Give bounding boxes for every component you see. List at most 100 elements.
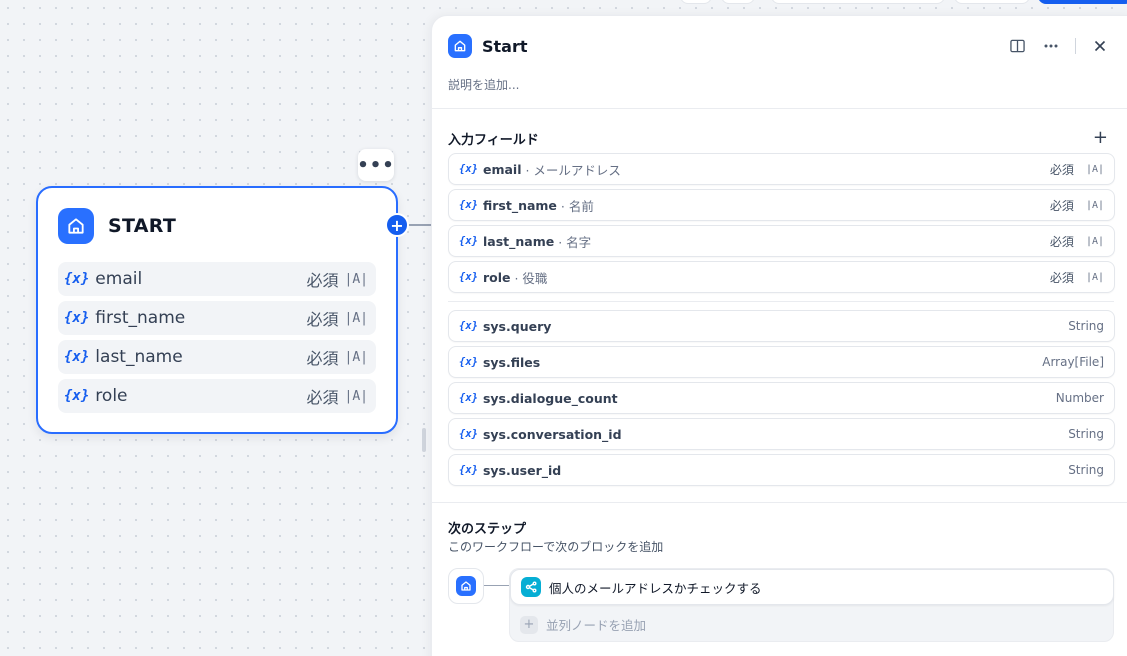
system-field-row[interactable]: {x} sys.dialogue_count Number	[448, 382, 1115, 414]
field-name: sys.query	[482, 318, 552, 334]
system-field-row[interactable]: {x} sys.query String	[448, 310, 1115, 342]
toolbar-publish-button[interactable]	[1038, 0, 1127, 4]
field-name: sys.files	[482, 354, 541, 370]
system-field-row[interactable]: {x} sys.files Array[File]	[448, 346, 1115, 378]
text-type-icon: |A|	[344, 388, 368, 404]
system-field-row[interactable]: {x} sys.user_id String	[448, 454, 1115, 486]
input-field-row[interactable]: {x} role · 役職 必須 |A|	[448, 261, 1115, 293]
node-field-name: first_name	[95, 308, 186, 328]
input-field-row[interactable]: {x} email · メールアドレス 必須 |A|	[448, 153, 1115, 185]
text-type-icon: |A|	[1085, 271, 1104, 283]
required-label: 必須	[1049, 198, 1074, 213]
toolbar-button-4[interactable]	[954, 0, 1030, 4]
node-field-name: email	[95, 269, 143, 289]
field-name: first_name	[482, 197, 557, 213]
add-parallel-label: 並列ノードを追加	[546, 618, 647, 633]
input-field-row[interactable]: {x} last_name · 名字 必須 |A|	[448, 225, 1115, 257]
next-step-title: 次のステップ	[448, 522, 527, 537]
node-field-row[interactable]: {x} first_name 必須 |A|	[58, 301, 376, 335]
field-name: sys.conversation_id	[482, 426, 622, 442]
field-type: Array[File]	[1042, 355, 1104, 369]
input-field-row[interactable]: {x} first_name · 名前 必須 |A|	[448, 189, 1115, 221]
divider	[448, 301, 1114, 302]
required-label: 必須	[306, 349, 339, 368]
input-fields-title: 入力フィールド	[448, 133, 539, 148]
node-settings-panel: Start 説明を追加... 入力フィールド + {x} email · メール…	[431, 15, 1127, 656]
toolbar-button-1[interactable]	[680, 0, 712, 4]
node-more-button[interactable]: •••	[357, 149, 394, 181]
more-icon[interactable]	[1041, 36, 1061, 56]
node-field-row[interactable]: {x} email 必須 |A|	[58, 262, 376, 296]
field-label: · 役職	[514, 270, 548, 286]
text-type-icon: |A|	[1085, 235, 1104, 247]
start-node-chip	[448, 568, 484, 604]
divider	[432, 502, 1127, 503]
panel-resize-handle[interactable]	[422, 428, 426, 452]
node-title: START	[108, 215, 177, 237]
node-field-list: {x} email 必須 |A| {x} first_name 必須 |A| {…	[58, 262, 376, 413]
panel-actions	[1007, 36, 1110, 56]
toolbar-button-2[interactable]	[721, 0, 755, 4]
next-node-label: 個人のメールアドレスかチェックする	[549, 580, 762, 596]
separator	[1075, 38, 1076, 54]
variable-icon: {x}	[64, 310, 90, 326]
field-label: · 名前	[560, 198, 594, 214]
variable-icon: {x}	[459, 320, 478, 332]
node-field-name: last_name	[95, 347, 183, 367]
divider	[432, 108, 1127, 109]
variable-icon: {x}	[459, 464, 478, 476]
home-icon	[448, 34, 472, 58]
plus-icon: +	[390, 215, 404, 235]
book-icon[interactable]	[1007, 36, 1027, 56]
field-type: String	[1068, 427, 1104, 441]
variable-icon: {x}	[64, 349, 90, 365]
field-name: last_name	[482, 233, 555, 249]
field-name: email	[482, 161, 522, 177]
next-step-box: 個人のメールアドレスかチェックする + 並列ノードを追加	[509, 568, 1114, 642]
add-input-field-button[interactable]: +	[1093, 127, 1108, 148]
required-label: 必須	[306, 388, 339, 407]
variable-icon: {x}	[459, 199, 478, 211]
connector-line	[484, 585, 510, 586]
next-node-item[interactable]: 個人のメールアドレスかチェックする	[510, 569, 1114, 605]
text-type-icon: |A|	[344, 271, 368, 287]
variable-icon: {x}	[459, 428, 478, 440]
toolbar-button-3[interactable]	[771, 0, 945, 4]
home-icon	[456, 576, 476, 596]
required-label: 必須	[306, 271, 339, 290]
home-icon	[58, 208, 94, 244]
system-field-row[interactable]: {x} sys.conversation_id String	[448, 418, 1115, 450]
field-type: String	[1068, 463, 1104, 477]
field-type: String	[1068, 319, 1104, 333]
field-name: role	[482, 269, 511, 285]
node-header: START	[58, 208, 176, 244]
variable-icon: {x}	[459, 356, 478, 368]
text-type-icon: |A|	[1085, 163, 1104, 175]
edge-line	[408, 224, 432, 226]
field-type: Number	[1055, 391, 1104, 405]
variable-icon: {x}	[459, 163, 478, 175]
system-field-list: {x} sys.query String {x} sys.files Array…	[448, 310, 1115, 486]
variable-icon: {x}	[64, 388, 90, 404]
node-field-row[interactable]: {x} last_name 必須 |A|	[58, 340, 376, 374]
text-type-icon: |A|	[344, 349, 368, 365]
branch-icon	[521, 577, 541, 597]
panel-header: Start	[448, 34, 528, 58]
start-node[interactable]: START {x} email 必須 |A| {x} first_name 必須…	[36, 186, 398, 434]
node-field-name: role	[95, 386, 128, 406]
close-icon[interactable]	[1090, 36, 1110, 56]
text-type-icon: |A|	[1085, 199, 1104, 211]
field-label: · メールアドレス	[525, 162, 621, 178]
node-field-row[interactable]: {x} role 必須 |A|	[58, 379, 376, 413]
variable-icon: {x}	[459, 271, 478, 283]
next-step-subtitle: このワークフローで次のブロックを追加	[448, 540, 664, 554]
field-label: · 名字	[558, 234, 592, 250]
required-label: 必須	[1049, 234, 1074, 249]
add-next-node-handle[interactable]: +	[385, 213, 409, 237]
required-label: 必須	[306, 310, 339, 329]
field-name: sys.user_id	[482, 462, 562, 478]
description-input[interactable]: 説明を追加...	[448, 76, 519, 93]
panel-title: Start	[482, 36, 528, 56]
add-parallel-node-button[interactable]: + 並列ノードを追加	[520, 615, 646, 634]
variable-icon: {x}	[459, 392, 478, 404]
